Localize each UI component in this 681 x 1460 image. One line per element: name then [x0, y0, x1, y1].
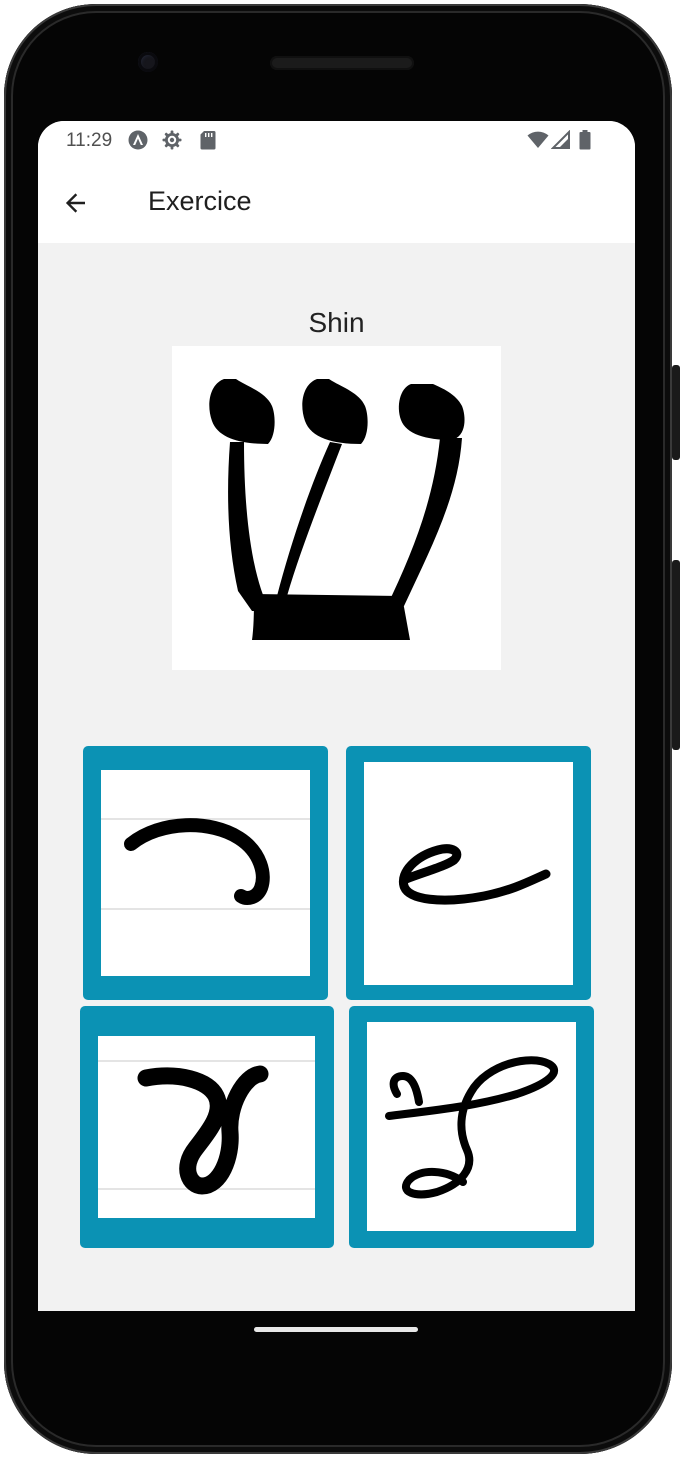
- arrow-left-icon[interactable]: [56, 183, 96, 223]
- status-time: 11:29: [66, 130, 113, 151]
- letter-name: Shin: [308, 307, 365, 338]
- power-button: [672, 365, 680, 460]
- cursive-resh-glyph: [101, 818, 310, 910]
- gesture-nav-bar[interactable]: [254, 1327, 418, 1332]
- wifi-icon: [527, 131, 549, 148]
- settings-gear-icon: [162, 130, 182, 150]
- sd-card-icon: [200, 131, 216, 150]
- volume-button: [672, 560, 680, 750]
- cursive-tet-glyph: [98, 1060, 315, 1195]
- cursive-pe-glyph: [385, 1056, 559, 1199]
- letter-image: [172, 346, 501, 670]
- signal-icon: [551, 130, 570, 149]
- page-title: Exercice: [148, 186, 252, 216]
- app-bar: Exercice: [38, 161, 635, 243]
- answer-choice-3[interactable]: [80, 1006, 334, 1248]
- hebrew-shin-glyph: [209, 379, 465, 640]
- status-bar: 11:29: [38, 121, 635, 161]
- earpiece-speaker: [270, 56, 414, 70]
- answer-choice-1[interactable]: [83, 746, 328, 1000]
- app-screen: 11:29 Exercice Shin: [38, 121, 635, 1311]
- front-camera: [138, 52, 158, 72]
- battery-icon: [579, 130, 591, 150]
- accessibility-a-icon: [128, 130, 148, 150]
- answer-choice-4[interactable]: [349, 1006, 594, 1248]
- cursive-shin-glyph: [398, 844, 551, 905]
- answer-choice-2[interactable]: [346, 746, 591, 1000]
